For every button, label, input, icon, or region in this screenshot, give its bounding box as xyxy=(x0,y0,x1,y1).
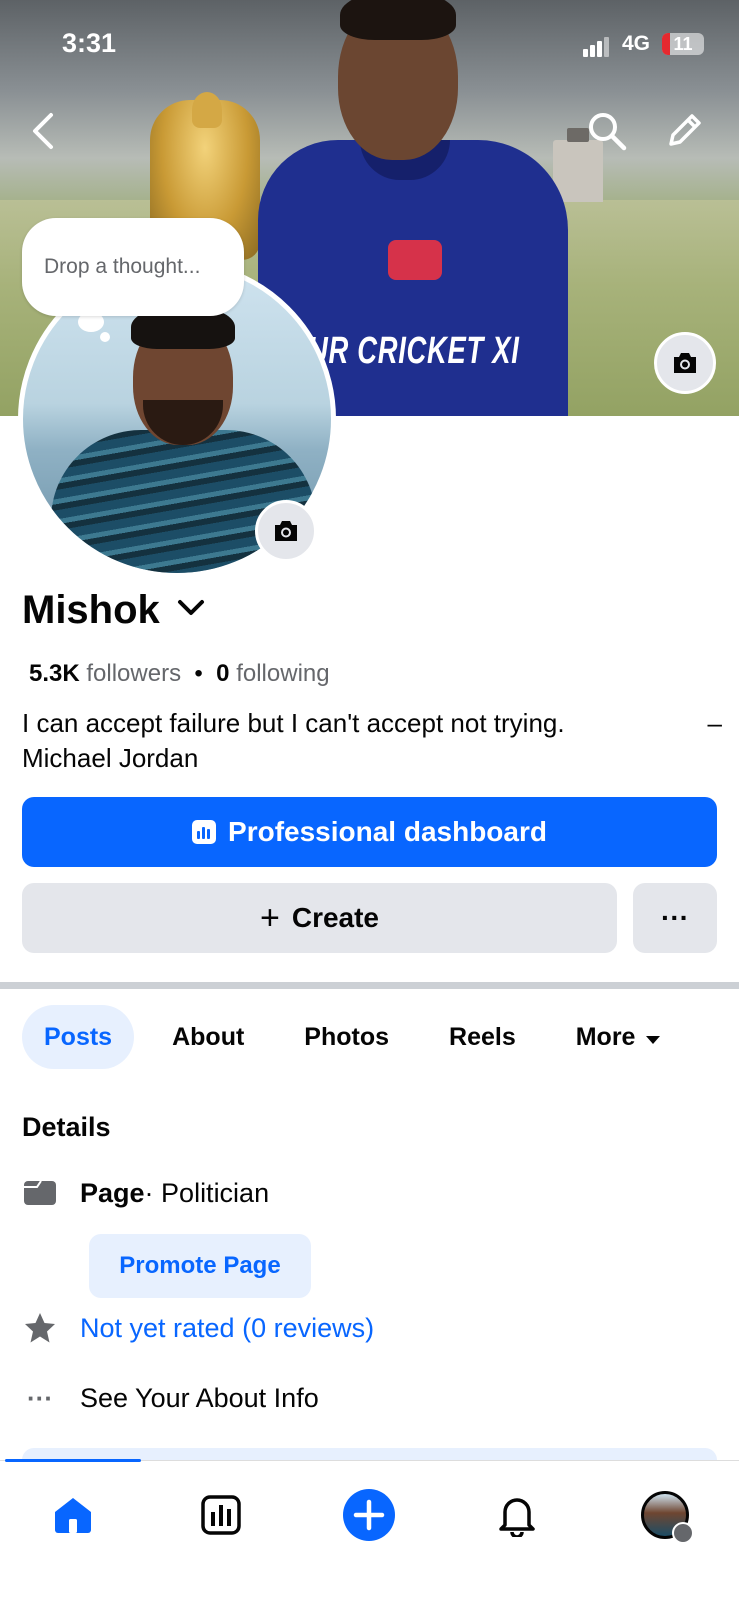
dashboard-icon xyxy=(192,820,217,844)
about-label: See Your About Info xyxy=(80,1382,319,1413)
nav-active-indicator xyxy=(5,1459,141,1462)
add-icon xyxy=(343,1489,395,1541)
tab-label: More xyxy=(575,1022,636,1051)
battery-icon: 11 xyxy=(662,33,704,55)
tab-label: About xyxy=(172,1022,245,1051)
cover-trophy-top xyxy=(192,92,222,128)
followers-label[interactable]: followers xyxy=(86,660,181,687)
page-category: · Politician xyxy=(144,1177,270,1208)
page-icon xyxy=(22,1175,58,1211)
status-bar: 3:31 4G 11 xyxy=(0,0,739,90)
tab-label: Reels xyxy=(449,1022,516,1051)
tab-more[interactable]: More xyxy=(576,1023,662,1052)
detail-page-category: Page · Politician xyxy=(22,1175,269,1211)
stats-separator: • xyxy=(194,660,203,687)
status-time: 3:31 xyxy=(62,28,117,58)
more-dots-icon: ··· xyxy=(27,1382,53,1413)
followers-count[interactable]: 5.3K xyxy=(29,660,80,687)
thought-placeholder: Drop a thought... xyxy=(44,255,201,278)
cover-shirt-badge xyxy=(388,240,442,280)
detail-see-about[interactable]: ··· See Your About Info xyxy=(22,1380,319,1416)
bio-line-1: I can accept failure but I can't accept … xyxy=(22,708,565,738)
more-dots-icon: ··· xyxy=(661,902,689,933)
tab-reels[interactable]: Reels xyxy=(449,1023,516,1052)
details-heading: Details xyxy=(22,1112,111,1142)
nav-notifications[interactable] xyxy=(487,1485,547,1545)
cover-shirt-text: UR CRICKET XI xyxy=(308,330,520,372)
camera-icon xyxy=(674,353,696,373)
tab-posts[interactable]: Posts xyxy=(22,1005,135,1069)
profile-stats: 5.3K followers • 0 following xyxy=(29,660,330,688)
nav-create[interactable] xyxy=(339,1485,399,1545)
chevron-down-icon[interactable] xyxy=(176,598,206,623)
search-icon[interactable] xyxy=(584,108,630,154)
promote-label: Promote Page xyxy=(119,1252,281,1279)
profile-tabs: Posts About Photos Reels More xyxy=(22,1005,661,1069)
tab-photos[interactable]: Photos xyxy=(304,1023,389,1052)
avatar-camera-button[interactable] xyxy=(255,500,317,562)
following-label[interactable]: following xyxy=(236,660,329,687)
nav-insights[interactable] xyxy=(191,1485,251,1545)
nav-avatar xyxy=(641,1491,694,1544)
profile-name: Mishok xyxy=(22,588,160,632)
nav-home[interactable] xyxy=(43,1485,103,1545)
plus-icon: + xyxy=(259,898,280,937)
signal-icon xyxy=(583,37,613,57)
menu-icon xyxy=(672,1522,694,1544)
thought-bubble[interactable]: Drop a thought... xyxy=(22,218,244,316)
thought-bubble-dot-small xyxy=(100,332,110,342)
insights-icon xyxy=(201,1495,241,1535)
page-label: Page xyxy=(80,1177,145,1208)
bell-icon xyxy=(499,1498,535,1537)
create-label: Create xyxy=(291,902,380,933)
more-options-button[interactable]: ··· xyxy=(633,883,717,953)
profile-bio: I can accept failure but I can't accept … xyxy=(22,706,722,776)
nav-profile[interactable] xyxy=(635,1485,695,1545)
dashboard-label: Professional dashboard xyxy=(228,816,547,847)
camera-icon xyxy=(275,521,297,541)
rating-label: Not yet rated (0 reviews) xyxy=(80,1312,375,1343)
bio-line-2: Michael Jordan xyxy=(22,743,199,773)
tab-about[interactable]: About xyxy=(172,1023,244,1052)
network-type: 4G xyxy=(622,32,651,55)
cover-camera-button[interactable] xyxy=(654,332,716,394)
bottom-nav xyxy=(0,1459,739,1600)
create-button[interactable]: + Create xyxy=(22,883,617,953)
star-icon xyxy=(22,1310,58,1346)
home-icon xyxy=(55,1498,91,1533)
caret-down-icon xyxy=(645,1023,661,1052)
tab-label: Posts xyxy=(44,1022,113,1051)
promote-page-button[interactable]: Promote Page xyxy=(89,1234,311,1298)
edit-icon[interactable] xyxy=(661,108,707,154)
detail-rating[interactable]: Not yet rated (0 reviews) xyxy=(22,1310,374,1346)
section-divider xyxy=(0,982,739,989)
professional-dashboard-button[interactable]: Professional dashboard xyxy=(22,797,717,867)
bio-dash: – xyxy=(707,708,722,738)
following-count[interactable]: 0 xyxy=(216,660,229,687)
tab-label: Photos xyxy=(304,1022,390,1051)
profile-name-row[interactable]: Mishok xyxy=(22,588,206,633)
back-icon[interactable] xyxy=(20,108,66,154)
battery-percent: 11 xyxy=(673,34,693,54)
